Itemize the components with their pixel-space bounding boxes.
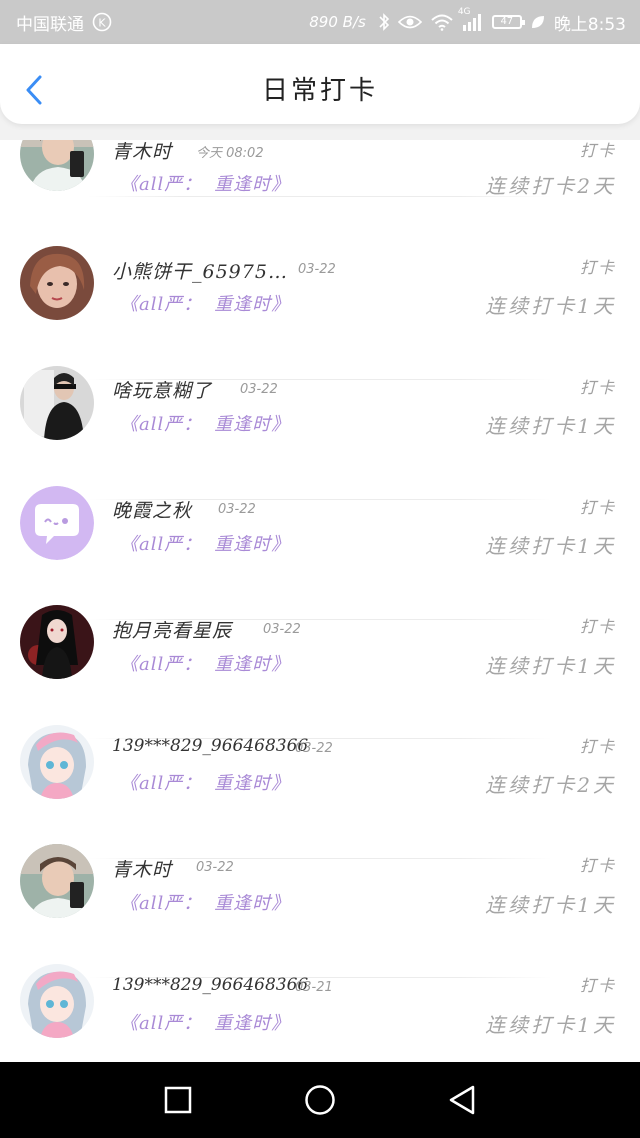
streak-count: 连续打卡1天	[485, 294, 616, 318]
header-bar: 日常打卡	[0, 44, 640, 140]
back-icon	[449, 1085, 475, 1115]
user-name[interactable]: 青木时	[112, 855, 172, 882]
checkin-date: 03-22	[240, 382, 278, 397]
avatar[interactable]	[20, 366, 94, 440]
avatar[interactable]	[20, 246, 94, 320]
checkin-label: 打卡	[579, 378, 616, 397]
checkin-date: 03-22	[295, 741, 333, 756]
bluetooth-icon	[378, 12, 390, 32]
network-type: 4G	[457, 7, 471, 17]
checkin-label: 打卡	[579, 141, 616, 160]
book-title[interactable]: 《all严： 重逢时》	[120, 170, 290, 196]
user-name[interactable]: 青木时	[112, 140, 172, 164]
streak-count: 连续打卡1天	[485, 414, 616, 438]
checkin-label: 打卡	[579, 856, 616, 875]
eye-icon	[397, 14, 422, 30]
book-title[interactable]: 《all严： 重逢时》	[120, 889, 290, 915]
checkin-date: 03-22	[298, 262, 336, 277]
book-title[interactable]: 《all严： 重逢时》	[120, 1009, 290, 1035]
carrier-name: 中国联通	[16, 14, 84, 35]
leaf-icon	[530, 14, 546, 30]
checkin-date: 03-22	[218, 502, 256, 517]
book-title[interactable]: 《all严： 重逢时》	[120, 769, 290, 795]
recent-apps-button[interactable]	[160, 1082, 196, 1118]
checkin-label: 打卡	[579, 617, 616, 636]
checkin-label: 打卡	[579, 737, 616, 756]
list-item[interactable]: 青木时 03-22 打卡 《all严： 重逢时》 连续打卡1天	[0, 794, 640, 978]
list-item[interactable]: 啥玩意糊了 03-22 打卡 《all严： 重逢时》 连续打卡1天	[0, 316, 640, 500]
list-item[interactable]: 139***829_966468366 03-22 打卡 《all严： 重逢时》 …	[0, 675, 640, 859]
checkin-label: 打卡	[579, 976, 616, 995]
list-item[interactable]: 晚霞之秋 03-22 打卡 《all严： 重逢时》 连续打卡1天	[0, 436, 640, 620]
header-card: 日常打卡	[0, 44, 640, 124]
checkin-date: 03-22	[263, 622, 301, 637]
user-name[interactable]: 139***829_966468366	[112, 736, 308, 756]
page-title: 日常打卡	[261, 76, 378, 106]
avatar[interactable]	[20, 486, 94, 560]
avatar[interactable]	[20, 605, 94, 679]
carrier-badge-icon: K	[92, 12, 112, 32]
checkin-date: 03-22	[196, 860, 234, 875]
user-name[interactable]: 抱月亮看星辰	[112, 616, 232, 643]
book-title[interactable]: 《all严： 重逢时》	[120, 650, 290, 676]
checkin-date: 今天 08:02	[196, 146, 264, 161]
network-speed: 890 B/s	[309, 13, 366, 31]
checkin-label: 打卡	[579, 258, 616, 277]
list-item[interactable]: 青木时 今天 08:02 打卡 《all严： 重逢时》 连续打卡2天	[0, 140, 640, 198]
clock: 晚上8:53	[553, 14, 626, 35]
chat-bubble-icon	[20, 486, 94, 560]
avatar[interactable]	[20, 725, 94, 799]
avatar[interactable]	[20, 140, 94, 191]
streak-count: 连续打卡1天	[485, 1013, 616, 1037]
book-title[interactable]: 《all严： 重逢时》	[120, 530, 290, 556]
home-icon	[305, 1085, 335, 1115]
user-name[interactable]: 小熊饼干_65975…	[112, 257, 288, 284]
checkin-date: 03-21	[295, 980, 333, 995]
svg-text:K: K	[98, 17, 106, 30]
status-bar: 中国联通 K 890 B/s 4G 47 晚上8:53	[0, 0, 640, 44]
system-nav-bar	[0, 1062, 640, 1138]
avatar[interactable]	[20, 964, 94, 1038]
recent-apps-icon	[164, 1086, 192, 1114]
book-title[interactable]: 《all严： 重逢时》	[120, 290, 290, 316]
list-item[interactable]: 小熊饼干_65975… 03-22 打卡 《all严： 重逢时》 连续打卡1天	[0, 196, 640, 380]
book-title[interactable]: 《all严： 重逢时》	[120, 410, 290, 436]
avatar[interactable]	[20, 844, 94, 918]
wifi-icon	[430, 13, 454, 31]
checkin-label: 打卡	[579, 498, 616, 517]
signal-icon: 4G	[458, 7, 484, 31]
list-item[interactable]: 抱月亮看星辰 03-22 打卡 《all严： 重逢时》 连续打卡1天	[0, 555, 640, 739]
list-item[interactable]: 139***829_966468366 03-21 打卡 《all严： 重逢时》 …	[0, 914, 640, 1038]
user-name[interactable]: 139***829_966468366	[112, 975, 308, 995]
home-button[interactable]	[302, 1082, 338, 1118]
checkin-list[interactable]: 青木时 今天 08:02 打卡 《all严： 重逢时》 连续打卡2天 小熊饼干_6…	[0, 140, 640, 1062]
user-name[interactable]: 晚霞之秋	[112, 496, 192, 523]
system-back-button[interactable]	[444, 1082, 480, 1118]
battery-icon: 47	[491, 15, 525, 29]
user-name[interactable]: 啥玩意糊了	[112, 376, 212, 403]
